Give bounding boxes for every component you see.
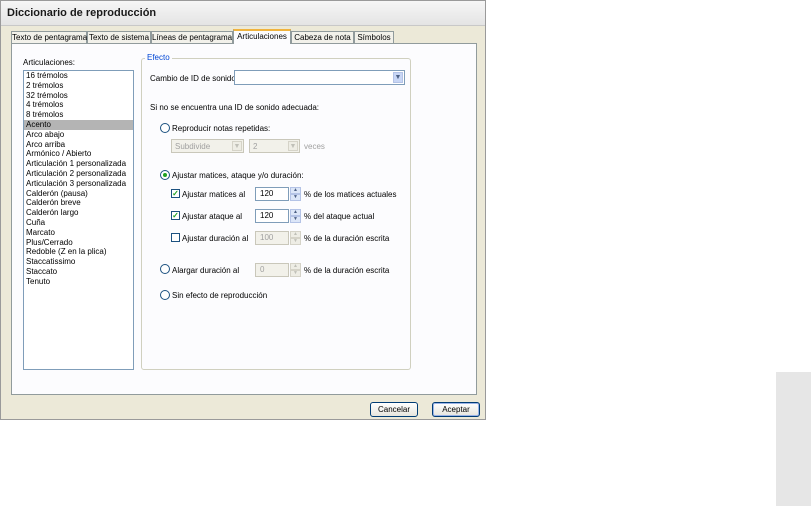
tab-staff-lines[interactable]: Líneas de pentagrama <box>151 31 233 43</box>
sound-id-label: Cambio de ID de sonido: <box>150 74 239 83</box>
adjust-attack-checkbox[interactable]: ✓ <box>171 211 180 220</box>
adjust-dynamics-checkbox[interactable]: ✓ <box>171 189 180 198</box>
repeat-mode-combo[interactable]: Subdivide ▼ <box>171 139 244 153</box>
list-item[interactable]: 4 trémolos <box>24 100 133 110</box>
list-item[interactable]: Acento <box>24 119 133 130</box>
repeat-count-combo[interactable]: 2 ▼ <box>249 139 300 153</box>
chevron-down-icon[interactable]: ▼ <box>288 141 298 151</box>
list-item[interactable]: Arco abajo <box>24 130 133 140</box>
list-item[interactable]: Staccato <box>24 267 133 277</box>
lengthen-label: Alargar duración al <box>172 266 240 275</box>
list-item[interactable]: Articulación 1 personalizada <box>24 159 133 169</box>
attack-percent-field[interactable]: 120 <box>255 209 289 223</box>
repeat-notes-label: Reproducir notas repetidas: <box>172 124 271 133</box>
title-bar[interactable]: Diccionario de reproducción <box>1 1 485 26</box>
spin-up-icon[interactable]: ▲ <box>290 231 301 238</box>
fallback-text: Si no se encuentra una ID de sonido adec… <box>150 103 320 112</box>
list-item[interactable]: Tenuto <box>24 277 133 287</box>
spin-up-icon[interactable]: ▲ <box>290 209 301 216</box>
articulations-list[interactable]: 16 trémolos 2 trémolos 32 trémolos 4 trémol… <box>23 70 134 370</box>
list-item[interactable]: Armónico / Abierto <box>24 149 133 159</box>
list-item[interactable]: Cuña <box>24 218 133 228</box>
list-item[interactable]: Plus/Cerrado <box>24 238 133 248</box>
spin-up-icon[interactable]: ▲ <box>290 187 301 194</box>
duration-spinner[interactable]: ▲ ▼ <box>290 231 301 245</box>
dynamics-percent-field[interactable]: 120 <box>255 187 289 201</box>
list-item[interactable]: Calderón largo <box>24 208 133 218</box>
repeat-notes-radio[interactable] <box>160 123 170 133</box>
adjust-duration-checkbox[interactable] <box>171 233 180 242</box>
list-item[interactable]: Staccatissimo <box>24 257 133 267</box>
list-item[interactable]: Articulación 2 personalizada <box>24 169 133 179</box>
attack-spinner[interactable]: ▲ ▼ <box>290 209 301 223</box>
dynamics-suffix: % de los matices actuales <box>304 190 397 199</box>
adjust-attack-label: Ajustar ataque al <box>182 212 243 221</box>
attack-suffix: % del ataque actual <box>304 212 375 221</box>
playback-dictionary-dialog: Diccionario de reproducción Texto de pen… <box>0 0 486 420</box>
adjust-dynamics-label: Ajustar matices al <box>182 190 246 199</box>
duration-percent-field[interactable]: 100 <box>255 231 289 245</box>
spin-down-icon[interactable]: ▼ <box>290 238 301 245</box>
adjust-label: Ajustar matices, ataque y/o duración: <box>172 171 304 180</box>
tab-system-text[interactable]: Texto de sistema <box>87 31 151 43</box>
adjust-duration-label: Ajustar duración al <box>182 234 249 243</box>
list-item[interactable]: Arco arriba <box>24 140 133 150</box>
list-item[interactable]: Articulación 3 personalizada <box>24 179 133 189</box>
list-item[interactable]: Calderón breve <box>24 198 133 208</box>
lengthen-percent-field[interactable]: 0 <box>255 263 289 277</box>
repeat-count-value: 2 <box>253 142 258 151</box>
chevron-down-icon[interactable]: ▼ <box>232 141 242 151</box>
no-effect-label: Sin efecto de reproducción <box>172 291 268 300</box>
list-item[interactable]: Marcato <box>24 228 133 238</box>
adjust-radio[interactable] <box>160 170 170 180</box>
lengthen-suffix: % de la duración escrita <box>304 266 390 275</box>
ok-button[interactable]: Aceptar <box>432 402 480 417</box>
spin-down-icon[interactable]: ▼ <box>290 270 301 277</box>
effect-legend: Efecto <box>145 53 172 62</box>
duration-suffix: % de la duración escrita <box>304 234 390 243</box>
chevron-down-icon[interactable]: ▼ <box>393 72 403 83</box>
list-item[interactable]: 2 trémolos <box>24 81 133 91</box>
repeat-unit-label: veces <box>304 142 325 151</box>
spin-down-icon[interactable]: ▼ <box>290 216 301 223</box>
list-item[interactable]: Redoble (Z en la plica) <box>24 247 133 257</box>
sound-id-combo[interactable]: ▼ <box>234 70 405 85</box>
list-item[interactable]: 32 trémolos <box>24 91 133 101</box>
dynamics-spinner[interactable]: ▲ ▼ <box>290 187 301 201</box>
page-side-tab <box>776 372 811 506</box>
articulations-list-label: Articulaciones: <box>23 58 76 67</box>
spin-down-icon[interactable]: ▼ <box>290 194 301 201</box>
articulations-panel: Articulaciones: 16 trémolos 2 trémolos 32 … <box>11 43 477 395</box>
tab-symbols[interactable]: Símbolos <box>354 31 394 43</box>
tab-staff-text[interactable]: Texto de pentagrama <box>11 31 87 43</box>
no-effect-radio[interactable] <box>160 290 170 300</box>
tab-noteheads[interactable]: Cabeza de nota <box>291 31 354 43</box>
tab-articulations[interactable]: Articulaciones <box>233 29 291 44</box>
repeat-mode-value: Subdivide <box>175 142 211 151</box>
spin-up-icon[interactable]: ▲ <box>290 263 301 270</box>
list-item[interactable]: Calderón (pausa) <box>24 189 133 199</box>
lengthen-spinner[interactable]: ▲ ▼ <box>290 263 301 277</box>
window-title: Diccionario de reproducción <box>7 7 157 19</box>
lengthen-radio[interactable] <box>160 264 170 274</box>
cancel-button[interactable]: Cancelar <box>370 402 418 417</box>
list-item[interactable]: 16 trémolos <box>24 71 133 81</box>
list-item[interactable]: 8 trémolos <box>24 110 133 120</box>
